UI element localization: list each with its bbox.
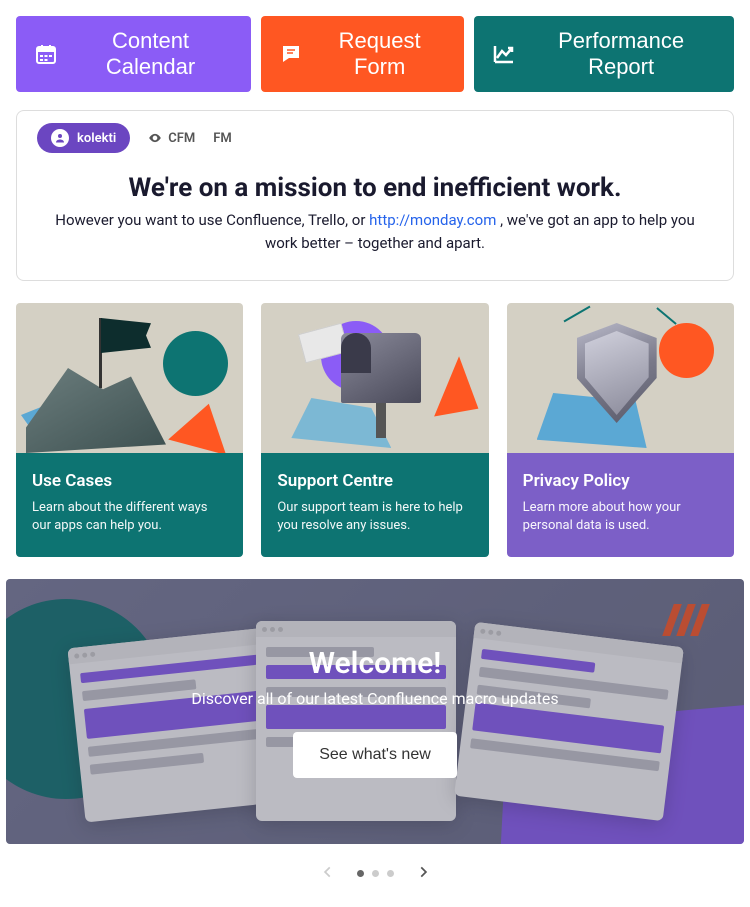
hero-banner: Welcome! Discover all of our latest Conf… xyxy=(6,579,744,844)
mission-title: We're on a mission to end inefficient wo… xyxy=(49,173,701,203)
carousel-next-button[interactable] xyxy=(412,860,434,887)
card-title: Use Cases xyxy=(32,471,227,491)
button-label: Request Form xyxy=(313,28,446,80)
card-image xyxy=(16,303,243,453)
button-label: Performance Report xyxy=(526,28,716,80)
card-support[interactable]: Support Centre Our support team is here … xyxy=(261,303,488,557)
tab-cfm[interactable]: CFM xyxy=(148,131,195,146)
carousel-prev-button[interactable] xyxy=(317,860,339,887)
mission-body: We're on a mission to end inefficient wo… xyxy=(29,163,721,268)
carousel-dot-3[interactable] xyxy=(387,870,394,877)
tab-label: CFM xyxy=(168,131,195,146)
mission-text-before: However you want to use Confluence, Trel… xyxy=(55,211,369,229)
button-label: Content Calendar xyxy=(68,28,233,80)
content-calendar-button[interactable]: Content Calendar xyxy=(16,16,251,92)
top-button-row: Content Calendar Request Form Performanc… xyxy=(16,16,734,92)
mission-text: However you want to use Confluence, Trel… xyxy=(49,209,701,254)
card-desc: Our support team is here to help you res… xyxy=(277,499,472,535)
see-whats-new-button[interactable]: See what's new xyxy=(293,732,457,778)
card-image xyxy=(261,303,488,453)
card-use-cases[interactable]: Use Cases Learn about the different ways… xyxy=(16,303,243,557)
mission-tabs: kolekti CFM FM xyxy=(29,123,721,163)
card-desc: Learn about the different ways our apps … xyxy=(32,499,227,535)
carousel-dot-2[interactable] xyxy=(372,870,379,877)
visibility-icon xyxy=(148,131,162,145)
card-image xyxy=(507,303,734,453)
mission-panel: kolekti CFM FM We're on a mission to end… xyxy=(16,110,734,281)
monday-link[interactable]: http://monday.com xyxy=(369,211,496,229)
user-icon xyxy=(51,129,69,147)
chart-line-icon xyxy=(492,42,516,66)
performance-report-button[interactable]: Performance Report xyxy=(474,16,734,92)
info-cards: Use Cases Learn about the different ways… xyxy=(16,303,734,557)
card-title: Privacy Policy xyxy=(523,471,718,491)
carousel-dots xyxy=(357,870,394,877)
hero-title: Welcome! xyxy=(191,646,558,681)
calendar-icon xyxy=(34,42,58,66)
kolekti-pill[interactable]: kolekti xyxy=(37,123,130,153)
form-icon xyxy=(279,42,303,66)
hero-subtitle: Discover all of our latest Confluence ma… xyxy=(191,689,558,708)
carousel-navigation xyxy=(16,844,734,891)
request-form-button[interactable]: Request Form xyxy=(261,16,464,92)
pill-label: kolekti xyxy=(77,131,116,146)
tab-fm[interactable]: FM xyxy=(213,131,232,146)
card-desc: Learn more about how your personal data … xyxy=(523,499,718,535)
carousel-dot-1[interactable] xyxy=(357,870,364,877)
card-privacy[interactable]: Privacy Policy Learn more about how your… xyxy=(507,303,734,557)
card-title: Support Centre xyxy=(277,471,472,491)
tab-label: FM xyxy=(213,131,232,146)
